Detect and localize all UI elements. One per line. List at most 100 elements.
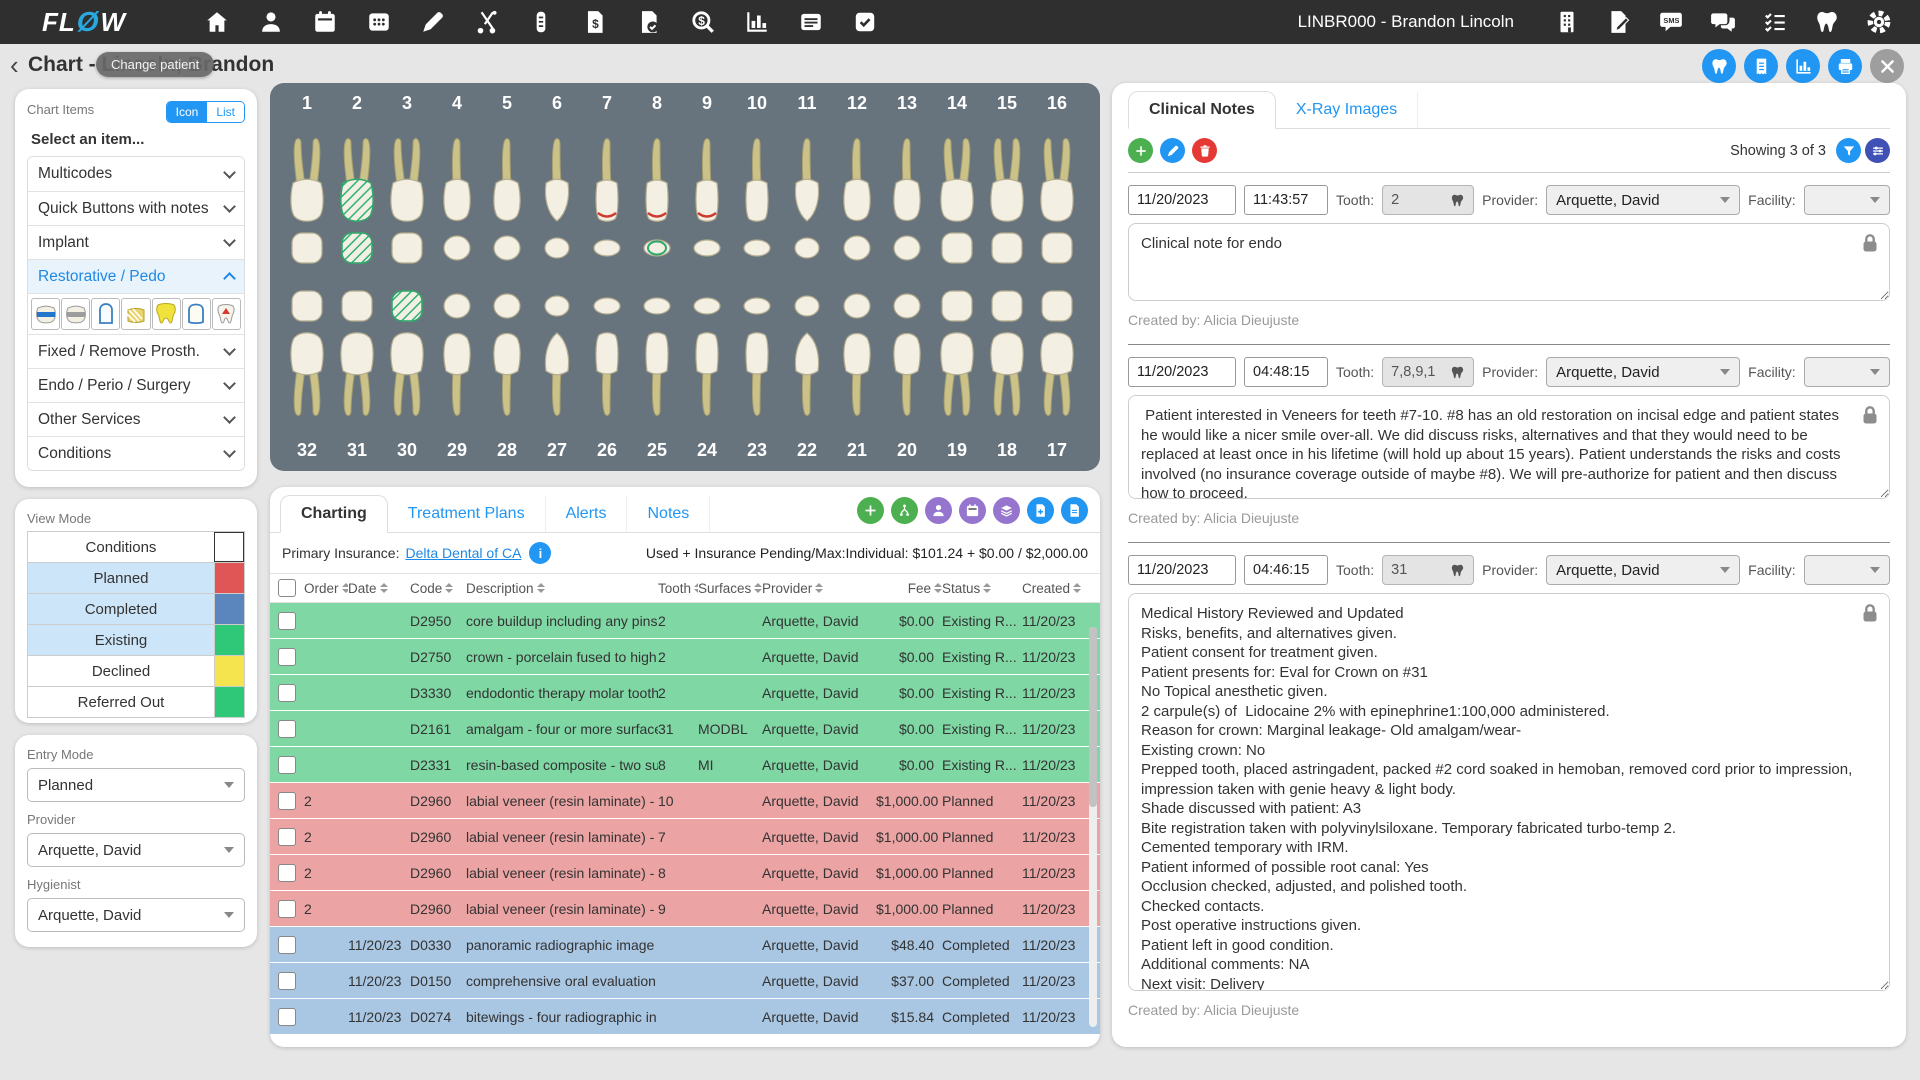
tooth-number[interactable]: 30	[382, 440, 432, 461]
crown-gold-icon[interactable]	[152, 298, 181, 330]
reports-icon[interactable]	[744, 9, 770, 35]
note-facility-select[interactable]	[1804, 555, 1890, 585]
search-fees-icon[interactable]	[690, 9, 716, 35]
view-mode-declined[interactable]: Declined	[27, 655, 245, 687]
tooth-number[interactable]: 7	[582, 93, 632, 114]
tooth-number[interactable]: 9	[682, 93, 732, 114]
insurance-link[interactable]: Delta Dental of CA	[405, 545, 521, 561]
tab-treatment-plans[interactable]: Treatment Plans	[388, 496, 546, 532]
note-facility-select[interactable]	[1804, 357, 1890, 387]
tooth-number[interactable]: 29	[432, 440, 482, 461]
tooth-number[interactable]: 15	[982, 93, 1032, 114]
hygienist-select[interactable]: Arquette, David	[27, 898, 245, 932]
chat-icon[interactable]	[1710, 9, 1736, 35]
tooth-number[interactable]: 23	[732, 440, 782, 461]
row-checkbox[interactable]	[278, 792, 296, 810]
edit-note-icon[interactable]	[1160, 138, 1185, 163]
note-time-input[interactable]	[1244, 185, 1328, 215]
tooth[interactable]	[1032, 287, 1082, 421]
view-mode-planned[interactable]: Planned	[27, 562, 245, 594]
tab-alerts[interactable]: Alerts	[546, 496, 628, 532]
category-endo-perio-surgery[interactable]: Endo / Perio / Surgery	[28, 368, 244, 402]
tooth[interactable]	[932, 133, 982, 267]
checklist-icon[interactable]	[1762, 9, 1788, 35]
amalgam-blue-icon[interactable]	[31, 298, 60, 330]
add-icon[interactable]	[857, 497, 884, 524]
office-icon[interactable]	[1554, 9, 1580, 35]
back-chevron-icon[interactable]: ‹	[10, 50, 19, 81]
view-mode-conditions[interactable]: Conditions	[27, 531, 245, 563]
tooth-number[interactable]: 6	[532, 93, 582, 114]
tooth[interactable]	[282, 287, 332, 421]
settings-gear-icon[interactable]	[1866, 9, 1892, 35]
row-checkbox[interactable]	[278, 684, 296, 702]
tooth[interactable]	[682, 287, 732, 421]
layers-icon[interactable]	[993, 497, 1020, 524]
amalgam-gray-icon[interactable]	[61, 298, 90, 330]
tooth-number[interactable]: 24	[682, 440, 732, 461]
tooth[interactable]	[882, 287, 932, 421]
note-facility-select[interactable]	[1804, 185, 1890, 215]
apps-grid-icon[interactable]	[366, 9, 392, 35]
sort-options-icon[interactable]	[1865, 138, 1890, 163]
delete-note-icon[interactable]	[1192, 138, 1217, 163]
table-row[interactable]: D2331 resin-based composite - two su 8 M…	[270, 747, 1100, 782]
row-checkbox[interactable]	[278, 648, 296, 666]
note-date-input[interactable]	[1128, 185, 1236, 215]
tooth-number[interactable]: 25	[632, 440, 682, 461]
note-date-input[interactable]	[1128, 555, 1236, 585]
table-row[interactable]: 11/20/23 D0330 panoramic radiographic im…	[270, 927, 1100, 962]
tooth-number[interactable]: 21	[832, 440, 882, 461]
tooth-number[interactable]: 16	[1032, 93, 1082, 114]
table-row[interactable]: 11/20/23 D0274 bitewings - four radiogra…	[270, 999, 1100, 1034]
tooth[interactable]	[482, 133, 532, 267]
col-created[interactable]: Created	[1022, 581, 1096, 596]
ledger-button[interactable]	[1744, 49, 1778, 83]
table-row[interactable]: 2 D2960 labial veneer (resin laminate) -…	[270, 819, 1100, 854]
category-implant[interactable]: Implant	[28, 225, 244, 259]
tooth[interactable]	[582, 133, 632, 267]
row-checkbox[interactable]	[278, 972, 296, 990]
tooth-number[interactable]: 1	[282, 93, 332, 114]
tooth-number[interactable]: 5	[482, 93, 532, 114]
crown-porcelain-icon[interactable]	[182, 298, 211, 330]
filter-icon[interactable]	[1836, 138, 1861, 163]
col-surfaces[interactable]: Surfaces	[698, 581, 762, 596]
tasks-icon[interactable]	[852, 9, 878, 35]
note-provider-select[interactable]: Arquette, David	[1546, 555, 1740, 585]
toggle-list[interactable]: List	[207, 102, 244, 122]
edit-chart-icon[interactable]	[420, 9, 446, 35]
lower-arch[interactable]	[282, 287, 1088, 421]
reports-button[interactable]	[1786, 49, 1820, 83]
schedule-icon[interactable]	[312, 9, 338, 35]
row-checkbox[interactable]	[278, 864, 296, 882]
note-provider-select[interactable]: Arquette, David	[1546, 357, 1740, 387]
lab-icon[interactable]	[528, 9, 554, 35]
tooth-number[interactable]: 27	[532, 440, 582, 461]
tooth-number[interactable]: 19	[932, 440, 982, 461]
worklist-icon[interactable]	[798, 9, 824, 35]
tooth[interactable]	[432, 287, 482, 421]
col-code[interactable]: Code	[410, 581, 466, 596]
tooth[interactable]	[932, 287, 982, 421]
upper-arch[interactable]	[282, 133, 1088, 267]
tooth-number[interactable]: 11	[782, 93, 832, 114]
col-date[interactable]: Date	[348, 581, 410, 596]
tooth-number[interactable]: 18	[982, 440, 1032, 461]
insurance-info-icon[interactable]: i	[529, 542, 551, 564]
tooth-number[interactable]: 31	[332, 440, 382, 461]
row-checkbox[interactable]	[278, 828, 296, 846]
table-row[interactable]: 2 D2960 labial veneer (resin laminate) -…	[270, 855, 1100, 890]
table-row[interactable]: D2161 amalgam - four or more surface 31 …	[270, 711, 1100, 746]
print-button[interactable]	[1828, 49, 1862, 83]
billing-icon[interactable]	[582, 9, 608, 35]
tooth[interactable]	[882, 133, 932, 267]
row-checkbox[interactable]	[278, 720, 296, 738]
select-all-checkbox[interactable]	[278, 579, 296, 597]
row-checkbox[interactable]	[278, 936, 296, 954]
tooth-number[interactable]: 8	[632, 93, 682, 114]
note-body[interactable]: Medical History Reviewed and Updated Ris…	[1128, 593, 1890, 991]
tooth[interactable]	[482, 287, 532, 421]
view-mode-referred-out[interactable]: Referred Out	[27, 686, 245, 718]
tooth[interactable]	[532, 287, 582, 421]
